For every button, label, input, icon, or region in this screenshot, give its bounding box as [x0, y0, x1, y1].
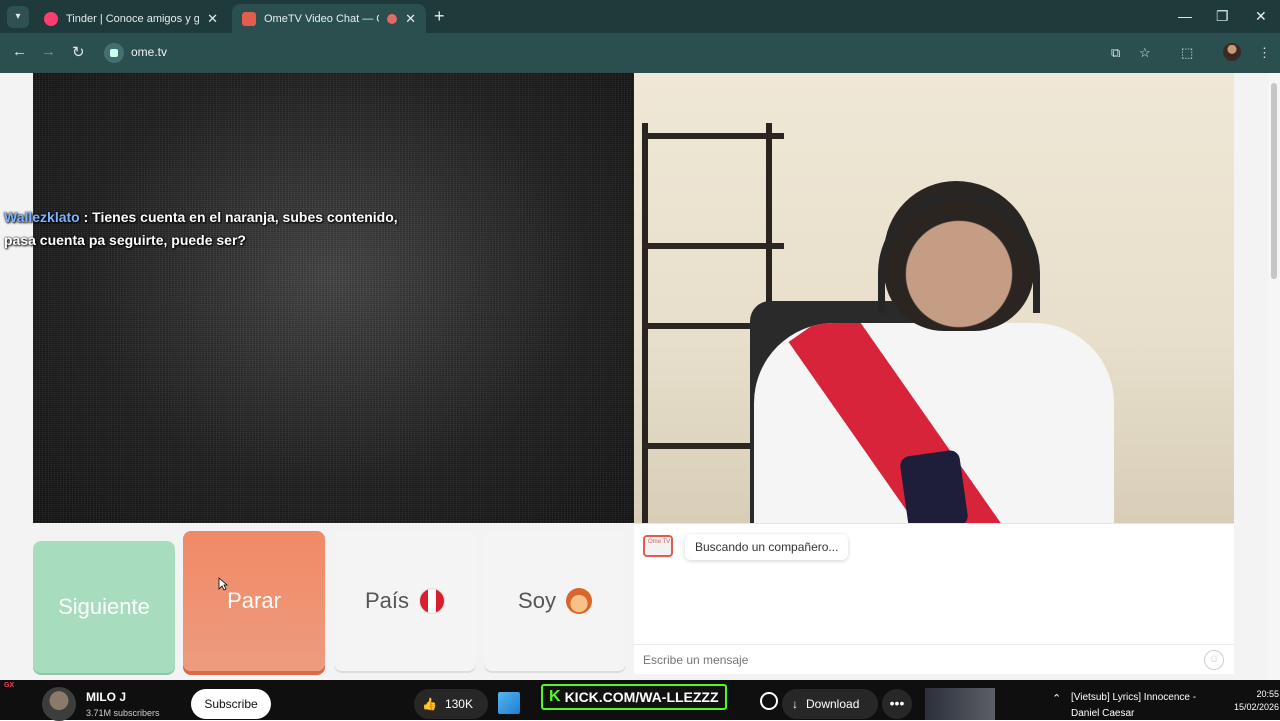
now-playing-artist: Daniel Caesar [1071, 708, 1135, 719]
stranger-video [33, 73, 634, 523]
clock-time: 20:55 [1256, 689, 1280, 699]
like-button[interactable]: 👍 130K [414, 689, 488, 719]
gender-button[interactable]: Soy [484, 531, 626, 671]
kick-url: KICK.COM/WA-LLEZZZ [564, 689, 719, 705]
install-app-icon[interactable]: ⧉ [1111, 45, 1120, 61]
tab-search-chevron-icon[interactable]: ▾ [7, 6, 29, 28]
channel-name[interactable]: MILO J [86, 690, 126, 704]
site-info-icon[interactable] [104, 43, 124, 63]
tab-title: OmeTV Video Chat — Omegle [264, 12, 379, 25]
clip-icon[interactable] [760, 692, 778, 710]
video-thumbnail[interactable] [925, 688, 995, 720]
more-menu-icon[interactable]: ⋮ [1258, 45, 1271, 61]
tab-title: Tinder | Conoce amigos y gente [66, 12, 200, 25]
download-label: Download [806, 697, 860, 711]
download-button[interactable]: ↓ Download [782, 689, 878, 719]
tab-ometv[interactable]: OmeTV Video Chat — Omegle ✕ [232, 4, 426, 33]
tab-strip: ▾ Tinder | Conoce amigos y gente ✕ OmeTV… [0, 0, 1280, 33]
chat-overlay-message: Wallezklato : Tienes cuenta en el naranj… [4, 206, 404, 252]
next-label: Siguiente [58, 594, 150, 619]
back-arrow-icon[interactable]: ← [12, 43, 27, 60]
recording-indicator-icon [387, 13, 398, 24]
kick-overlay-banner: K KICK.COM/WA-LLEZZZ [541, 684, 727, 710]
message-input[interactable] [643, 651, 1183, 669]
ometv-logo-icon: Ome TV [643, 535, 673, 557]
url-text[interactable]: ome.tv [131, 45, 167, 59]
bookmark-star-icon[interactable]: ☆ [1139, 45, 1151, 61]
person-shirt [754, 323, 1114, 523]
ometv-favicon-icon [242, 11, 256, 26]
clock-date: 15/02/2026 [1234, 702, 1280, 712]
country-label: País [364, 588, 410, 613]
page-content: Wallezklato : Tienes cuenta en el naranj… [0, 73, 1280, 680]
tray-chevron-up-icon[interactable]: ⌃ [1052, 692, 1061, 705]
like-count: 130K [444, 697, 473, 711]
profile-avatar[interactable] [1223, 43, 1241, 61]
scrollbar[interactable] [1268, 73, 1280, 680]
address-bar[interactable]: ome.tv [100, 39, 1168, 67]
country-button[interactable]: País [334, 531, 476, 671]
forward-arrow-icon[interactable]: → [41, 43, 56, 60]
subscriber-count: 3.71M subscribers [86, 708, 160, 718]
kick-logo-icon: K [549, 688, 561, 705]
maximize-button[interactable]: ❐ [1216, 8, 1229, 25]
gx-badge-icon: GX [4, 682, 15, 689]
extensions-puzzle-icon[interactable]: ⬚ [1181, 45, 1193, 61]
mouse-cursor-icon [218, 577, 228, 591]
reload-icon[interactable]: ↻ [72, 43, 85, 61]
tinder-flame-icon [44, 11, 58, 26]
peru-flag-icon [419, 588, 446, 614]
subscribe-button[interactable]: Subscribe [191, 689, 271, 719]
close-icon[interactable]: ✕ [207, 11, 218, 27]
download-icon: ↓ [792, 697, 798, 711]
static-noise [33, 73, 634, 523]
thumbs-up-icon: 👍 [422, 697, 437, 711]
new-tab-button[interactable]: + [434, 6, 445, 27]
chat-panel: Ome TV Buscando un compañero... ☺ [634, 523, 1234, 674]
now-playing-title: [Vietsub] Lyrics] Innocence - [1071, 692, 1197, 703]
system-clock: 20:55 15/02/2026 [1234, 688, 1279, 714]
close-icon[interactable]: ✕ [405, 11, 416, 27]
more-actions-button[interactable]: ••• [882, 689, 912, 719]
chat-username: Wallezklato [4, 209, 80, 225]
boy-emoji-icon [565, 588, 592, 614]
video-player-bar: GX MILO J 3.71M subscribers Subscribe 👍 … [0, 680, 1280, 721]
status-bubble: Buscando un compañero... [685, 534, 849, 560]
stop-label: Parar [227, 588, 281, 613]
stop-button[interactable]: Parar [183, 531, 325, 671]
gender-label: Soy [518, 588, 556, 613]
close-window-button[interactable]: ✕ [1255, 8, 1267, 25]
windows-icon [498, 692, 520, 714]
scrollbar-thumb[interactable] [1271, 83, 1277, 279]
channel-avatar[interactable] [42, 687, 76, 721]
message-input-bar: ☺ [634, 644, 1234, 674]
tab-tinder[interactable]: Tinder | Conoce amigos y gente ✕ [34, 4, 228, 33]
minimize-button[interactable]: — [1178, 8, 1192, 24]
emoji-icon[interactable]: ☺ [1204, 650, 1224, 670]
self-video [634, 73, 1234, 523]
browser-toolbar: ← → ↻ ome.tv ⧉ ☆ ⬚ ⋮ [0, 33, 1280, 73]
next-button[interactable]: Siguiente [33, 541, 175, 673]
